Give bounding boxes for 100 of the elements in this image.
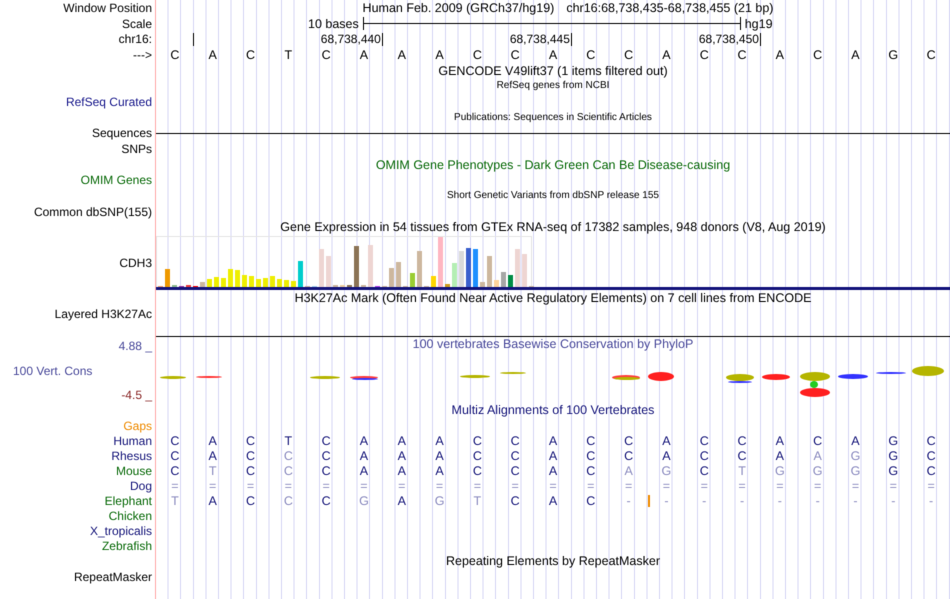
base-letter: C <box>246 448 256 463</box>
expression-bar <box>291 281 296 288</box>
base-letter: C <box>624 434 634 448</box>
base-letter: C <box>738 434 747 448</box>
expression-bar <box>249 276 254 288</box>
base-letter: - <box>816 494 820 508</box>
base-letter: A <box>435 48 444 62</box>
base-letter: C <box>510 494 520 508</box>
track-title: Multiz Alignments of 100 Vertebrates <box>452 403 654 418</box>
expression-bar <box>277 279 282 288</box>
base-letter: A <box>360 48 368 62</box>
expression-bar <box>354 246 359 288</box>
expression-bar <box>501 272 506 288</box>
base-letter: = <box>927 478 935 493</box>
base-letter: C <box>738 48 747 62</box>
expression-bar <box>333 285 338 288</box>
base-letter: = <box>474 478 482 493</box>
base-letter: C <box>170 464 180 478</box>
expression-bar <box>347 285 352 288</box>
base-letter: A <box>208 448 217 463</box>
expression-bar <box>508 275 513 288</box>
base-letter: G <box>359 494 369 508</box>
base-letter: T <box>208 464 217 478</box>
base-letter: C <box>246 494 256 508</box>
track-label: OMIM Genes <box>80 173 153 188</box>
base-letter: A <box>548 494 558 508</box>
base-letter: = <box>624 478 632 493</box>
base-letter: C <box>170 448 180 463</box>
base-letter: A <box>398 48 406 62</box>
expression-bar <box>172 285 177 288</box>
expression-bar <box>221 278 226 288</box>
base-letter: C <box>700 48 709 62</box>
base-letter: = <box>700 478 708 493</box>
base-letter: C <box>926 434 936 448</box>
base-letter: C <box>170 434 180 448</box>
base-letter: G <box>812 464 823 478</box>
base-letter: A <box>624 464 633 478</box>
base-letter: A <box>208 48 217 62</box>
base-letter: A <box>208 494 217 508</box>
expression-bar <box>242 275 247 288</box>
expression-bar <box>487 256 492 288</box>
expression-bar <box>494 280 499 288</box>
expression-bar <box>389 268 394 288</box>
base-letter: A <box>662 448 671 463</box>
species-label: Chicken <box>108 508 153 523</box>
base-letter: - <box>702 494 706 508</box>
base-letter: = <box>246 478 254 493</box>
base-letter: G <box>850 464 860 478</box>
track-label: 100 Vert. Cons <box>12 364 92 378</box>
expression-bar <box>214 277 219 288</box>
base-letter: A <box>548 464 558 478</box>
expression-bar <box>200 282 205 288</box>
base-letter: = <box>549 478 557 493</box>
base-letter: A <box>662 434 671 448</box>
base-letter: C <box>586 434 596 448</box>
expression-bar <box>340 285 345 288</box>
base-letter: C <box>813 48 822 62</box>
base-letter: A <box>435 434 444 448</box>
expression-bar <box>256 279 261 288</box>
assembly-name: hg19 <box>744 16 773 31</box>
track-label: Sequences <box>92 126 153 140</box>
base-letter: C <box>322 464 331 478</box>
track-label: Gaps <box>123 418 153 433</box>
base-letter: T <box>738 464 746 478</box>
base-letter: T <box>171 494 179 508</box>
base-letter: T <box>284 48 292 62</box>
base-letter: G <box>888 434 898 448</box>
base-letter: A <box>548 448 558 463</box>
expression-bar <box>361 285 366 288</box>
base-letter: - <box>853 494 858 508</box>
track-title: 100 vertebrates Basewise Conservation by PhyloP <box>412 337 694 352</box>
base-letter: C <box>586 494 596 508</box>
track-label: RefSeq Curated <box>66 94 153 109</box>
base-letter: C <box>926 464 936 478</box>
base-letter: = <box>209 478 216 493</box>
expression-bar <box>228 269 233 288</box>
base-letter: = <box>776 478 784 493</box>
axis-max-label: 4.88 _ <box>118 339 154 354</box>
expression-bar <box>326 256 331 288</box>
expression-bar <box>473 249 478 288</box>
expression-bar <box>298 261 303 288</box>
base-letter: G <box>888 464 898 478</box>
expression-bar <box>480 282 485 288</box>
track-label: RepeatMasker <box>74 570 153 584</box>
base-letter: G <box>888 448 898 463</box>
base-letter: A <box>398 434 406 448</box>
species-label: Dog <box>130 478 153 493</box>
species-label: Mouse <box>116 464 153 478</box>
base-letter: G <box>888 48 898 62</box>
expression-bar <box>368 245 373 288</box>
track-label: SNPs <box>121 142 153 156</box>
track-label: Layered H3K27Ac <box>54 306 153 321</box>
position-range: chr16:68,738,435-68,738,455 (21 bp) <box>566 0 774 15</box>
expression-bar <box>235 270 240 288</box>
base-letter: C <box>926 48 936 62</box>
base-letter: A <box>435 448 444 463</box>
base-letter: A <box>360 434 368 448</box>
track-title: Short Genetic Variants from dbSNP release 155 <box>447 190 659 202</box>
base-letter: C <box>586 448 596 463</box>
ruler-tick-label: 68,738,450 <box>698 32 761 46</box>
